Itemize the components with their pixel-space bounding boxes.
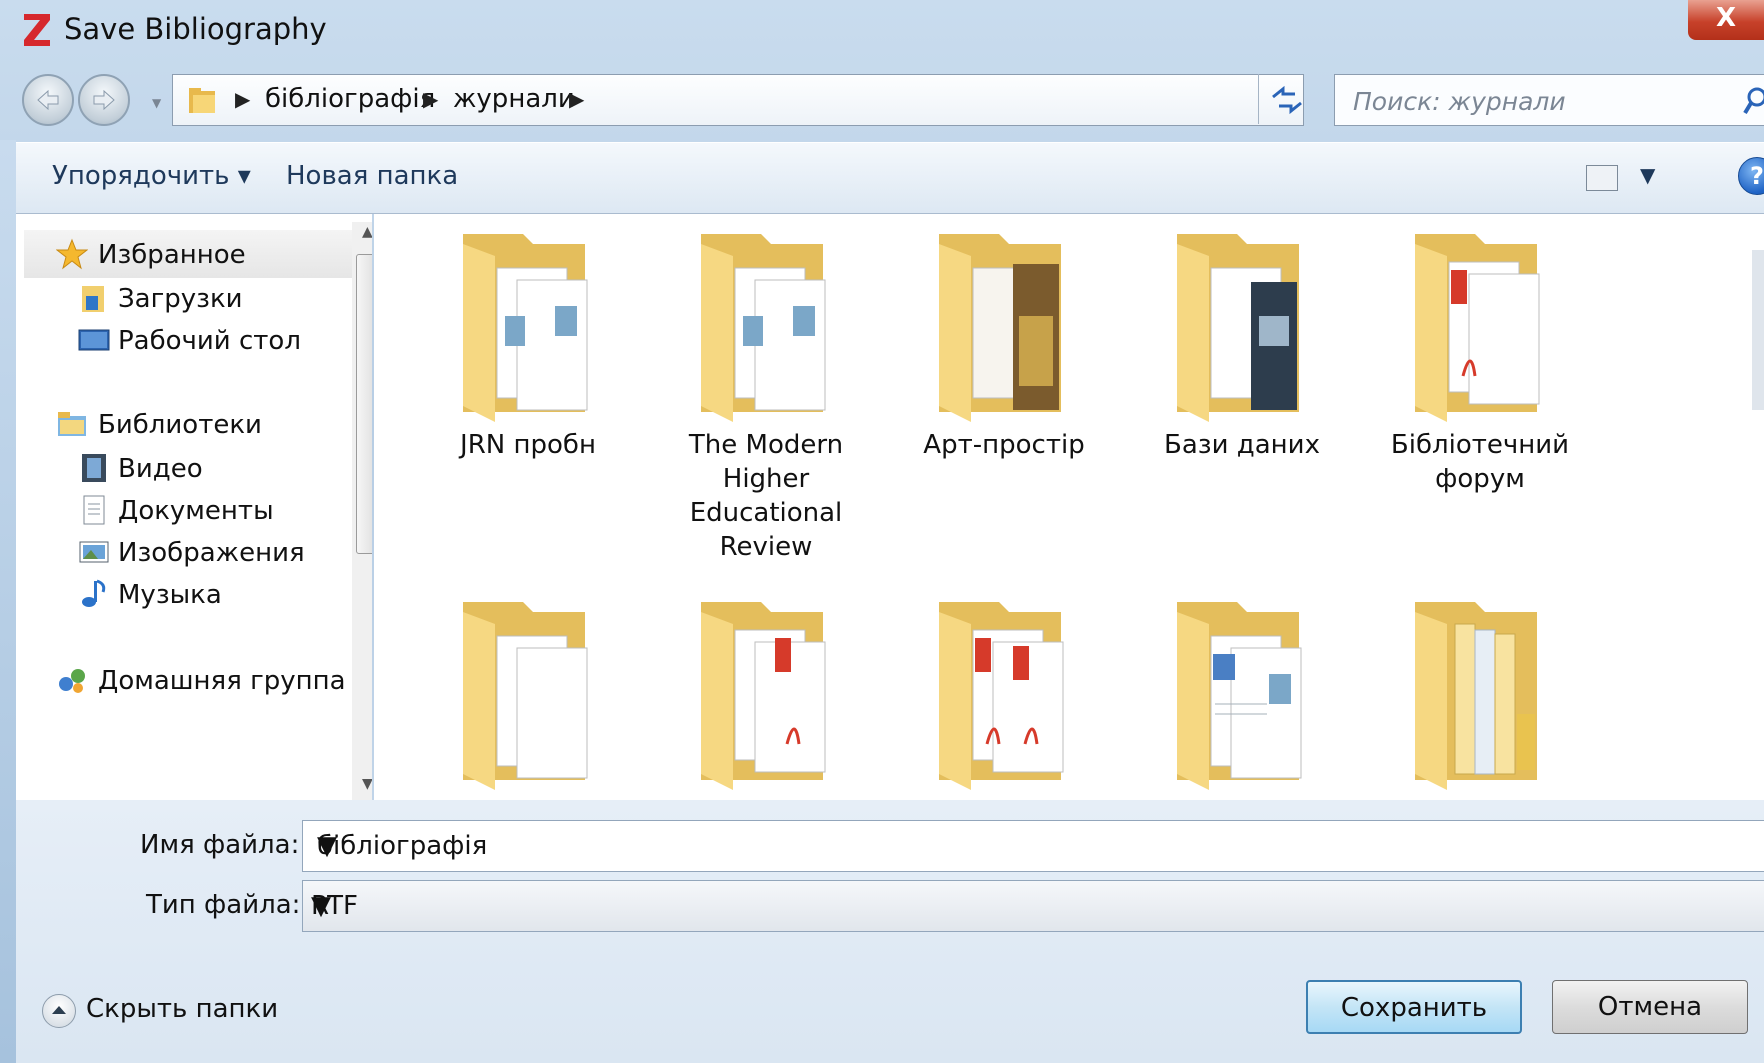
folder-word-icon <box>1177 602 1302 790</box>
folder-pdf-icon <box>701 602 826 790</box>
filename-dropdown-icon[interactable]: ▼ <box>317 831 1764 861</box>
nav-scroll-thumb[interactable] <box>356 254 372 554</box>
star-icon <box>56 238 88 270</box>
folder-name: The Modern Higher Educational Review <box>688 430 844 562</box>
folder-tile[interactable] <box>1380 594 1580 796</box>
breadcrumb-item[interactable]: бібліографія <box>265 84 435 114</box>
content-scrollbar[interactable] <box>1752 250 1764 410</box>
documents-icon <box>83 495 105 525</box>
downloads-icon <box>82 286 104 312</box>
music-icon <box>82 579 106 607</box>
view-dropdown-icon[interactable]: ▼ <box>1640 163 1655 187</box>
nav-item-homegroup[interactable]: Домашняя группа <box>98 666 346 696</box>
folder-files-icon <box>1415 602 1537 790</box>
folder-photo-icon <box>1177 234 1299 422</box>
video-icon <box>82 454 106 482</box>
scroll-up-icon[interactable]: ▲ <box>362 224 372 240</box>
folder-tile[interactable]: JRN пробн <box>428 226 628 462</box>
folder-tile[interactable] <box>666 594 866 796</box>
folder-tile[interactable] <box>428 594 628 796</box>
folder-tile[interactable]: Бази даних <box>1142 226 1342 462</box>
folder-empty-icon <box>463 602 588 790</box>
folder-tile[interactable]: Бібліотечний форум <box>1380 226 1580 496</box>
images-icon <box>79 541 109 563</box>
nav-item-images[interactable]: Изображения <box>118 538 305 568</box>
folder-name: Бібліотечний форум <box>1390 430 1570 494</box>
folder-tile[interactable] <box>1142 594 1342 796</box>
view-options-icon[interactable] <box>1586 165 1618 191</box>
folder-tile[interactable]: The Modern Higher Educational Review <box>666 226 866 564</box>
title-bar: Save Bibliography X <box>0 0 1764 62</box>
folder-name: JRN пробн <box>460 430 596 460</box>
filetype-select[interactable]: RTF ▼ <box>302 880 1764 932</box>
close-button[interactable]: X <box>1688 0 1764 40</box>
file-list-pane: JRN пробн The Modern Higher Educational … <box>374 214 1764 800</box>
back-arrow-icon <box>37 89 59 111</box>
address-row: ▼ ▶ бібліографія ▶ журнали ▶ ▼ Поиск: жу… <box>0 66 1764 136</box>
save-form: Имя файла: бібліографія ▼ Тип файла: RTF… <box>16 800 1764 1063</box>
search-icon[interactable] <box>1743 87 1764 115</box>
zotero-logo-icon <box>24 14 50 46</box>
breadcrumb-separator-icon[interactable]: ▶ <box>569 87 584 111</box>
breadcrumb-item[interactable]: журнали <box>453 84 575 114</box>
refresh-button[interactable] <box>1258 74 1315 124</box>
refresh-icon <box>1272 85 1302 115</box>
desktop-icon <box>78 329 110 351</box>
navigation-pane: Избранное Загрузки Рабочий стол Библиоте… <box>16 214 372 800</box>
folder-name: Бази даних <box>1164 430 1320 460</box>
folder-pdf-icon <box>939 602 1064 790</box>
collapse-up-icon <box>42 994 76 1028</box>
filetype-label: Тип файла: <box>146 890 301 920</box>
nav-item-libraries[interactable]: Библиотеки <box>98 410 262 440</box>
breadcrumb-separator-icon[interactable]: ▶ <box>235 87 250 111</box>
filename-label: Имя файла: <box>140 830 300 860</box>
search-placeholder: Поиск: журнали <box>1353 87 1566 116</box>
window-title: Save Bibliography <box>64 12 327 46</box>
filename-field[interactable]: бібліографія ▼ <box>302 820 1764 872</box>
folder-name: Арт-простір <box>923 430 1085 460</box>
breadcrumb-separator-icon[interactable]: ▶ <box>423 87 438 111</box>
folder-tile[interactable] <box>904 594 1104 796</box>
folder-tile[interactable]: Арт-простір <box>904 226 1104 462</box>
command-toolbar: Упорядочить ▾ Новая папка ▼ ? <box>16 142 1764 214</box>
filetype-dropdown-icon[interactable]: ▼ <box>311 891 1764 921</box>
scroll-down-icon[interactable]: ▼ <box>362 776 372 792</box>
forward-arrow-icon <box>93 89 115 111</box>
folder-icon <box>189 88 215 113</box>
nav-item-music[interactable]: Музыка <box>118 580 222 610</box>
homegroup-icon <box>59 669 85 693</box>
nav-item-downloads[interactable]: Загрузки <box>118 284 243 314</box>
hide-folders-label: Скрыть папки <box>86 994 279 1024</box>
search-input[interactable]: Поиск: журнали <box>1334 74 1764 126</box>
cancel-button[interactable]: Отмена <box>1552 980 1748 1034</box>
help-icon[interactable]: ? <box>1738 157 1764 195</box>
libraries-icon <box>58 412 86 436</box>
nav-item-favorites[interactable]: Избранное <box>98 240 246 270</box>
save-dialog: Save Bibliography X ▼ ▶ бібліографія ▶ ж… <box>0 0 1764 1063</box>
window-frame-edge <box>0 140 16 1063</box>
recent-pages-dropdown[interactable]: ▼ <box>152 96 161 110</box>
new-folder-button[interactable]: Новая папка <box>286 161 458 191</box>
folder-pdf-icon <box>1415 234 1540 422</box>
folder-magazine-icon <box>939 234 1061 422</box>
nav-item-documents[interactable]: Документы <box>118 496 274 526</box>
forward-button[interactable] <box>78 74 130 126</box>
folder-docs-icon <box>463 234 588 422</box>
save-button[interactable]: Сохранить <box>1306 980 1522 1034</box>
nav-item-desktop[interactable]: Рабочий стол <box>118 326 301 356</box>
organize-button[interactable]: Упорядочить ▾ <box>52 161 251 191</box>
nav-item-video[interactable]: Видео <box>118 454 203 484</box>
back-button[interactable] <box>22 74 74 126</box>
folder-docs-icon <box>701 234 826 422</box>
address-bar[interactable]: ▶ бібліографія ▶ журнали ▶ ▼ <box>172 74 1412 126</box>
